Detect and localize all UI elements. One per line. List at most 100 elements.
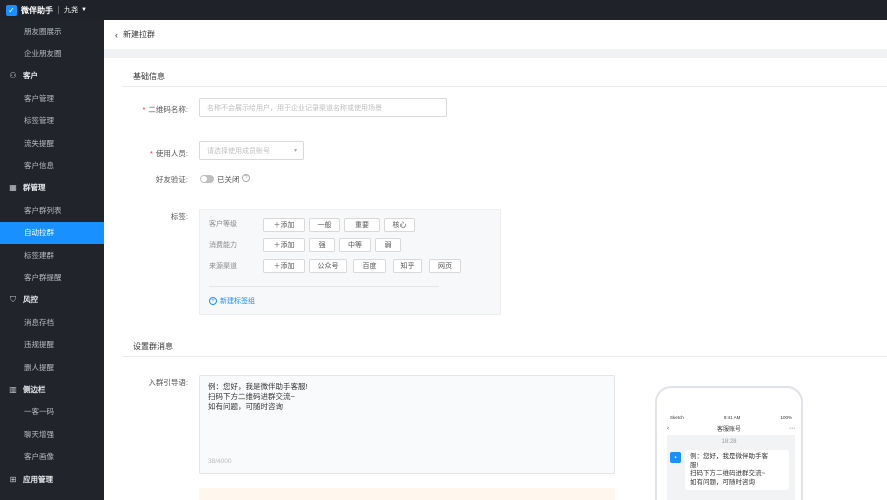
required-mark: * — [142, 105, 146, 114]
phone-chat-title: 客服账号 — [716, 427, 741, 433]
sidebar-item-label: 应用管理 — [23, 474, 53, 484]
chat-timestamp: 18:28 — [721, 439, 737, 445]
add-tag-button[interactable]: ＋添加 — [263, 218, 305, 232]
sidebar-item[interactable]: 流失提醒 — [0, 132, 104, 154]
sidebar-item[interactable]: 朋友圈展示 — [0, 20, 104, 42]
sidebar-item-label: 标签管理 — [24, 116, 54, 126]
grid-icon: ▦ — [9, 183, 17, 193]
avatar: ▪ — [670, 452, 681, 463]
sidebar-item[interactable]: 一客一码 — [0, 401, 104, 423]
sidebar-item[interactable]: 违规提醒 — [0, 333, 104, 355]
sidebar-group-header[interactable]: ▥ 侧边栏 — [0, 378, 104, 400]
qrcode-name-input[interactable]: 名称不会展示给用户，用于企业记录渠道名称或使用场景 — [199, 98, 447, 117]
sidebar-item[interactable]: 客户信息 — [0, 154, 104, 176]
guide-line: 扫码下方二维码进群交流~ — [208, 392, 295, 401]
sidebar-item-label: 消息存档 — [24, 317, 54, 327]
sidebar-group-header[interactable]: ▦ 群管理 — [0, 177, 104, 199]
sidebar-item[interactable]: 标签建群 — [0, 244, 104, 266]
sidebar-item[interactable]: 企业朋友圈 — [0, 42, 104, 64]
sidebar-item[interactable]: 自动拉群 — [0, 221, 104, 244]
sidebar-item-label: 一客一码 — [24, 407, 54, 417]
user-select[interactable]: 请选择使用成员账号 ▾ — [199, 141, 304, 160]
more-icon: ⋯ — [788, 426, 795, 432]
char-counter: 38/4000 — [208, 458, 232, 465]
guide-textarea[interactable]: 例：您好，我是微伴助手客服! 扫码下方二维码进群交流~ 如有问题，可随时咨询 3… — [199, 375, 615, 474]
group-msg-title: 设置群消息 — [133, 342, 173, 351]
tag-group-name: 消费能力 — [209, 242, 237, 249]
sidebar-item-label: 企业朋友圈 — [24, 49, 62, 59]
tag-chip[interactable]: 核心 — [384, 218, 415, 232]
new-tag-group-button[interactable]: + 新建标签组 — [209, 296, 255, 306]
tag-chip[interactable]: 网页 — [429, 259, 461, 273]
guide-line: 例：您好，我是微伴助手客服! — [208, 382, 308, 391]
tag-group-name: 来源渠道 — [209, 263, 237, 270]
tag-chip[interactable]: 强 — [309, 238, 335, 252]
help-icon[interactable]: ? — [242, 174, 250, 182]
bubble-line: 如有问题，可随时咨询 — [690, 478, 755, 486]
topbar-divider — [58, 6, 59, 14]
carrier-text: Sketch — [670, 415, 684, 420]
brand-name: 微伴助手 — [21, 5, 53, 15]
sidebar-item[interactable]: 删人提醒 — [0, 356, 104, 378]
main-area: ‹ 新建拉群 基础信息 * 二维码名称: 名称不会展示给用户，用于企业记录渠道名称… — [104, 20, 887, 500]
verify-toggle[interactable] — [200, 175, 214, 183]
sidebar-item[interactable]: 客户画像 — [0, 445, 104, 467]
guide-label: 入群引导语: — [148, 378, 188, 387]
person-icon: ⚇ — [9, 71, 17, 81]
required-mark: * — [149, 149, 153, 158]
sidebar-group-header[interactable]: ⛉ 风控 — [0, 289, 104, 311]
tag-chip[interactable]: 公众号 — [309, 259, 347, 273]
add-tag-button[interactable]: ＋添加 — [263, 259, 305, 273]
plus-circle-icon: + — [209, 297, 217, 305]
add-tag-button[interactable]: ＋添加 — [263, 238, 305, 252]
tag-chip[interactable]: 百度 — [353, 259, 386, 273]
notice-bar — [199, 488, 615, 500]
qrcode-name-label: * 二维码名称: — [142, 105, 188, 114]
bubble-line: 扫码下方二维码进群交流~ — [690, 470, 766, 477]
tag-chip[interactable]: 弱 — [375, 238, 401, 252]
sidebar-item-label: 聊天增强 — [24, 429, 54, 439]
section-divider — [122, 86, 887, 87]
sidebar-item[interactable]: 聊天增强 — [0, 423, 104, 445]
sidebar-item[interactable]: 客户群提醒 — [0, 266, 104, 288]
sidebar-item[interactable]: 客户群列表 — [0, 199, 104, 221]
phone-back-icon: ‹ — [667, 425, 669, 432]
user-select-placeholder: 请选择使用成员账号 — [207, 147, 270, 155]
tag-chip[interactable]: 中等 — [339, 238, 371, 252]
tag-chip[interactable]: 重要 — [344, 218, 380, 232]
sidebar-item-label: 自动拉群 — [24, 228, 54, 238]
apps-icon: ⊞ — [9, 474, 17, 484]
tag-chip[interactable]: 知乎 — [393, 259, 422, 273]
sidebar-nav: 朋友圈展示企业朋友圈 ⚇ 客户客户管理标签管理流失提醒 客户信息 ▦ 群管理客户群列表自动… — [0, 20, 104, 500]
verify-label: 好友验证: — [155, 175, 188, 184]
user-label: * 使用人员: — [149, 149, 188, 158]
sidebar-item-label: 侧边栏 — [23, 384, 46, 394]
sidebar-item-label: 客户群列表 — [24, 205, 62, 215]
guide-line: 如有问题，可随时咨询 — [208, 402, 283, 411]
sidebar-item-label: 删人提醒 — [24, 362, 54, 372]
sidebar-item[interactable]: 消息存档 — [0, 311, 104, 333]
clock-text: 9:41 AM — [723, 415, 741, 420]
org-switcher[interactable]: 九尧 — [64, 5, 78, 15]
sidebar-item[interactable]: 客户管理 — [0, 87, 104, 109]
phone-preview: Sketch 9:41 AM 100% ‹ 客服账号 ⋯ 18:28 ▪ 例：您… — [655, 386, 803, 500]
tag-group-name: 客户等级 — [209, 221, 237, 228]
chevron-down-icon: ▾ — [293, 148, 297, 154]
sidebar-icon: ▥ — [9, 384, 17, 394]
phone-status-bar: Sketch 9:41 AM 100% — [670, 415, 792, 420]
verify-status: 已关闭 — [217, 175, 240, 184]
shield-icon: ⛉ — [10, 294, 16, 304]
caret-down-icon[interactable]: ▼ — [81, 7, 87, 13]
tag-chip[interactable]: 一般 — [309, 218, 340, 232]
back-chevron-icon[interactable]: ‹ — [115, 30, 118, 40]
page-title: 新建拉群 — [123, 30, 155, 39]
new-tag-group-label: 新建标签组 — [220, 298, 255, 305]
sidebar-group-header[interactable]: ⊞ 应用管理 — [0, 468, 104, 490]
battery-text: 100% — [780, 415, 792, 420]
sidebar-group-header[interactable]: ⚇ 客户 — [0, 65, 104, 87]
sidebar-item[interactable]: 标签管理 — [0, 110, 104, 132]
bubble-line: 服! — [690, 461, 699, 469]
sidebar-item-label: 客户管理 — [24, 93, 54, 103]
sidebar-item-label: 群管理 — [23, 183, 46, 193]
logo-check-icon: ✓ — [6, 4, 17, 16]
